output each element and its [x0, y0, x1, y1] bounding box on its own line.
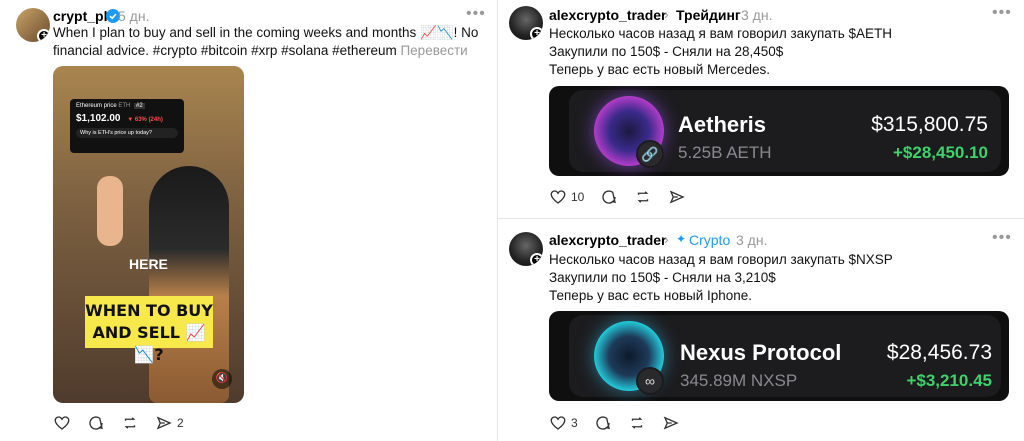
comment-button[interactable] [600, 188, 618, 206]
heart-icon [54, 416, 70, 430]
comment-button[interactable] [594, 414, 612, 432]
post-time[interactable]: 3 дн. [736, 232, 767, 248]
token-card[interactable]: 🔗 Aetheris 5.25B AETH $315,800.75 +$28,4… [549, 86, 1009, 176]
repost-icon [124, 417, 136, 429]
share-count: 2 [177, 416, 184, 430]
share-icon [670, 190, 686, 204]
post-actions: 3 [549, 413, 696, 433]
post-line-2: Закупили по 150$ - Сняли на 3,210$ [549, 270, 776, 285]
post-actions: 10 [549, 187, 702, 207]
crypto-topic-icon: ✦ [676, 232, 687, 246]
like-button[interactable]: 10 [549, 188, 584, 206]
like-count: 3 [571, 416, 578, 430]
share-button[interactable] [668, 188, 686, 206]
topic-tag[interactable]: Трейдинг [676, 7, 741, 23]
post-line-1: Несколько часов назад я вам говорил заку… [549, 26, 892, 41]
comment-icon [89, 416, 103, 430]
comment-icon [596, 416, 610, 430]
post-text: When I plan to buy and sell in the comin… [53, 24, 483, 60]
here-caption: HERE [129, 256, 168, 272]
follow-plus-icon[interactable]: + [530, 253, 543, 266]
token-price: $28,456.73 [886, 341, 992, 364]
repost-icon [637, 191, 649, 203]
token-price: $315,800.75 [871, 113, 988, 136]
repost-button[interactable] [121, 414, 139, 432]
post-line-3: Теперь у вас есть новый Mercedes. [549, 62, 771, 77]
post-line-1: Несколько часов назад я вам говорил заку… [549, 252, 893, 267]
repost-icon [631, 417, 643, 429]
video-player[interactable]: Ethereum price ETH #2 $1,102.00 ▼ 63% (2… [53, 66, 244, 403]
avatar[interactable]: + [509, 6, 543, 40]
token-name: Aetheris [678, 112, 767, 137]
more-icon[interactable]: ••• [466, 5, 486, 23]
link-icon: 🔗 [636, 140, 664, 168]
share-icon [663, 416, 679, 430]
like-button[interactable]: 3 [549, 414, 578, 432]
column-divider [497, 0, 498, 441]
comment-button[interactable] [87, 414, 105, 432]
link-icon: ∞ [636, 367, 664, 395]
avatar[interactable]: + [509, 232, 543, 266]
like-count: 10 [571, 190, 585, 204]
post-line-3: Теперь у вас есть новый Iphone. [549, 288, 753, 303]
overlay-caption: WHEN TO BUY AND SELL 📈📉? [85, 296, 213, 364]
price-ticker: ETH [118, 103, 131, 109]
post-time[interactable]: 3 дн. [741, 7, 772, 23]
token-card[interactable]: ∞ Nexus Protocol 345.89M NXSP $28,456.73… [549, 311, 1009, 401]
repost-button[interactable] [628, 414, 646, 432]
share-button[interactable]: 2 [155, 414, 184, 432]
post-actions: 2 [53, 413, 200, 433]
post-line-2: Закупили по 150$ - Сняли на 28,450$ [549, 44, 784, 59]
price-title: Ethereum price [76, 103, 117, 109]
person-figure [149, 166, 229, 403]
token-name: Nexus Protocol [680, 340, 842, 365]
topic-tag[interactable]: Crypto [689, 232, 730, 248]
token-gain: +$28,450.10 [892, 143, 988, 162]
raised-hand [97, 176, 123, 246]
price-change: ▼ 63% (24h) [127, 117, 163, 123]
price-question: Why is ETH's price up today? [76, 128, 178, 138]
price-overlay: Ethereum price ETH #2 $1,102.00 ▼ 63% (2… [70, 99, 184, 153]
heart-icon [550, 416, 566, 430]
translate-link[interactable]: Перевести [400, 43, 467, 58]
post-divider [498, 218, 1024, 219]
comment-icon [602, 190, 617, 204]
heart-icon [550, 190, 566, 204]
repost-button[interactable] [634, 188, 652, 206]
price-tag: #2 [134, 103, 145, 109]
username[interactable]: alexcrypto_trader [549, 7, 667, 23]
price-value: $1,102.00 [76, 113, 121, 124]
more-icon[interactable]: ••• [992, 229, 1012, 247]
avatar[interactable]: + [16, 8, 50, 42]
token-gain: +$3,210.45 [906, 371, 992, 390]
post-time[interactable]: 5 дн. [118, 8, 149, 24]
username[interactable]: alexcrypto_trader [549, 232, 667, 248]
chevron-right-icon: › [664, 6, 669, 22]
like-button[interactable] [53, 414, 71, 432]
follow-plus-icon[interactable]: + [530, 27, 543, 40]
token-holdings: 5.25B AETH [678, 143, 772, 162]
username[interactable]: crypt_pl [53, 8, 107, 24]
mute-icon[interactable]: 🔇 [212, 369, 232, 389]
share-button[interactable] [662, 414, 680, 432]
token-holdings: 345.89M NXSP [680, 371, 798, 390]
follow-plus-icon[interactable]: + [37, 29, 50, 42]
share-icon [156, 416, 172, 430]
chevron-right-icon: › [664, 231, 669, 247]
more-icon[interactable]: ••• [992, 4, 1012, 22]
